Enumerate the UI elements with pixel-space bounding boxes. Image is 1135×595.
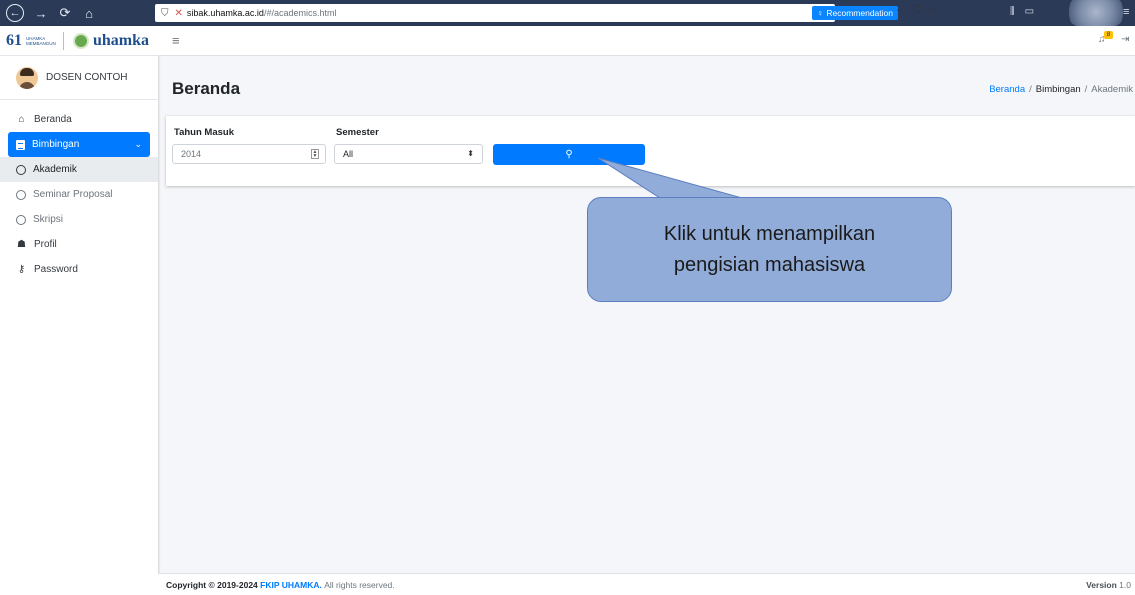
footer: Copyright © 2019-2024 FKIP UHAMKA. All r… bbox=[158, 573, 1135, 595]
library-icon[interactable]: ⫼ bbox=[1010, 6, 1015, 17]
recommendation-label: Recommendation bbox=[826, 8, 893, 18]
instruction-callout: Klik untuk menampilkan pengisian mahasis… bbox=[587, 197, 952, 302]
user-name: DOSEN CONTOH bbox=[46, 72, 128, 83]
top-navbar: ≡ ♫ 8 ⇥ bbox=[158, 26, 1135, 56]
star-icon[interactable]: ☆ bbox=[927, 4, 937, 17]
browser-menu-icon[interactable]: ≡ bbox=[1123, 6, 1129, 18]
spinner-icon[interactable]: ▲ ▼ bbox=[311, 149, 319, 159]
circle-icon bbox=[16, 164, 26, 175]
lightbulb-icon: ♀ bbox=[817, 8, 824, 18]
chevron-down-icon: ⌄ bbox=[134, 139, 142, 149]
hamburger-menu-icon[interactable]: ≡ bbox=[172, 33, 180, 48]
forward-icon[interactable]: → bbox=[34, 6, 48, 21]
version-value: 1.0 bbox=[1119, 580, 1131, 590]
brand-name: uhamka bbox=[93, 31, 150, 49]
tahun-masuk-label: Tahun Masuk bbox=[174, 127, 234, 138]
sidebar-item-label: Akademik bbox=[33, 164, 77, 175]
browser-toolbar: ← → ⟳ ⌂ ⛉ ✕ sibak.uhamka.ac.id/#/academi… bbox=[0, 0, 1135, 30]
brand-logo[interactable]: 61 UHAMKA MEMBANGUN uhamka bbox=[0, 26, 158, 56]
notification-bell-icon[interactable]: ♫ 8 bbox=[1098, 31, 1113, 45]
sidebar-item-label: Profil bbox=[34, 239, 57, 250]
sidebar-item-beranda[interactable]: ⌂ Beranda bbox=[0, 107, 158, 132]
url-host: sibak.uhamka.ac.id bbox=[186, 8, 264, 18]
sidebar-menu: ⌂ Beranda Bimbingan ⌄ Akademik Seminar P… bbox=[0, 100, 158, 282]
sidebar-item-label: Seminar Proposal bbox=[33, 189, 113, 200]
document-icon bbox=[16, 139, 25, 150]
sidebar-item-label: Password bbox=[34, 264, 78, 275]
address-bar[interactable]: ⛉ ✕ sibak.uhamka.ac.id/#/academics.html bbox=[155, 4, 835, 22]
filter-card: Tahun Masuk 2014 ▲ ▼ Semester All ⬍ ⚲ bbox=[166, 116, 1135, 186]
semester-label: Semester bbox=[336, 127, 379, 138]
home-browser-icon[interactable]: ⌂ bbox=[82, 6, 96, 21]
brand-divider bbox=[63, 31, 64, 50]
breadcrumb-separator: / bbox=[1029, 84, 1032, 95]
breadcrumb-beranda[interactable]: Beranda bbox=[989, 84, 1025, 95]
callout-line-1: Klik untuk menampilkan bbox=[663, 222, 876, 245]
select-caret-icon: ⬍ bbox=[467, 149, 474, 158]
sidebar-item-bimbingan[interactable]: Bimbingan ⌄ bbox=[8, 132, 150, 157]
shield-icon: ⛉ bbox=[161, 7, 169, 19]
sidebar-item-label: Beranda bbox=[34, 114, 72, 125]
circle-icon bbox=[16, 189, 26, 200]
browser-tools: ⫼ ▭ bbox=[1010, 6, 1034, 17]
user-icon: ☗ bbox=[17, 239, 26, 250]
url-actions: ··· ⛉ ☆ bbox=[896, 4, 937, 17]
callout-line-2: pengisian mahasiswa bbox=[673, 253, 866, 276]
copyright-text: Copyright © 2019-2024 bbox=[166, 579, 258, 590]
footer-rights: All rights reserved. bbox=[324, 579, 395, 590]
more-icon[interactable]: ··· bbox=[896, 4, 907, 17]
key-icon: ⚷ bbox=[17, 264, 26, 275]
sidebar: 61 UHAMKA MEMBANGUN uhamka DOSEN CONTOH … bbox=[0, 26, 158, 595]
sidebar-item-akademik[interactable]: Akademik bbox=[0, 157, 158, 182]
back-icon[interactable]: ← bbox=[6, 4, 24, 22]
version-info: Version 1.0 bbox=[1086, 580, 1131, 590]
breadcrumb-akademik: Akademik bbox=[1091, 84, 1133, 95]
search-icon: ⚲ bbox=[565, 149, 573, 160]
breadcrumb-separator: / bbox=[1084, 84, 1088, 95]
home-icon: ⌂ bbox=[18, 114, 25, 125]
sidebar-item-seminar-proposal[interactable]: Seminar Proposal bbox=[0, 182, 158, 207]
reload-icon[interactable]: ⟳ bbox=[58, 5, 72, 21]
footer-brand-link[interactable]: FKIP UHAMKA. bbox=[260, 580, 322, 590]
avatar bbox=[16, 66, 38, 89]
sidebar-item-label: Skripsi bbox=[33, 214, 64, 225]
notification-badge: 8 bbox=[1104, 31, 1113, 39]
semester-value: All bbox=[343, 149, 354, 159]
tahun-masuk-input[interactable]: 2014 ▲ ▼ bbox=[172, 144, 326, 164]
circle-icon bbox=[16, 214, 26, 225]
anniversary-logo-text: UHAMKA MEMBANGUN bbox=[26, 35, 56, 46]
logout-icon[interactable]: ⇥ bbox=[1121, 34, 1129, 45]
user-panel[interactable]: DOSEN CONTOH bbox=[0, 56, 158, 100]
uhamka-seal-icon bbox=[73, 32, 89, 49]
insecure-lock-icon: ✕ bbox=[174, 7, 183, 19]
breadcrumb: Beranda / Bimbingan / Akademik bbox=[989, 84, 1133, 95]
page-title: Beranda bbox=[172, 79, 241, 98]
search-button[interactable]: ⚲ bbox=[493, 144, 645, 165]
semester-select[interactable]: All ⬍ bbox=[334, 144, 483, 164]
breadcrumb-bimbingan: Bimbingan bbox=[1035, 84, 1081, 95]
pocket-icon[interactable]: ⛉ bbox=[913, 4, 921, 17]
version-label: Version bbox=[1086, 580, 1117, 590]
anniversary-logo: 61 bbox=[6, 31, 22, 49]
sidebar-item-skripsi[interactable]: Skripsi bbox=[0, 207, 158, 232]
sidebar-item-password[interactable]: ⚷ Password bbox=[0, 257, 158, 282]
browser-nav-buttons: ← → ⟳ ⌂ bbox=[0, 4, 150, 22]
sidebar-item-profil[interactable]: ☗ Profil bbox=[0, 232, 158, 257]
sidebar-toggle-icon[interactable]: ▭ bbox=[1025, 6, 1034, 17]
url-path: /#/academics.html bbox=[263, 8, 337, 18]
sidebar-item-label: Bimbingan bbox=[32, 139, 80, 150]
recommendation-button[interactable]: ♀ Recommendation bbox=[812, 6, 898, 20]
tahun-masuk-value: 2014 bbox=[181, 149, 202, 159]
callout-pointer bbox=[597, 157, 743, 199]
